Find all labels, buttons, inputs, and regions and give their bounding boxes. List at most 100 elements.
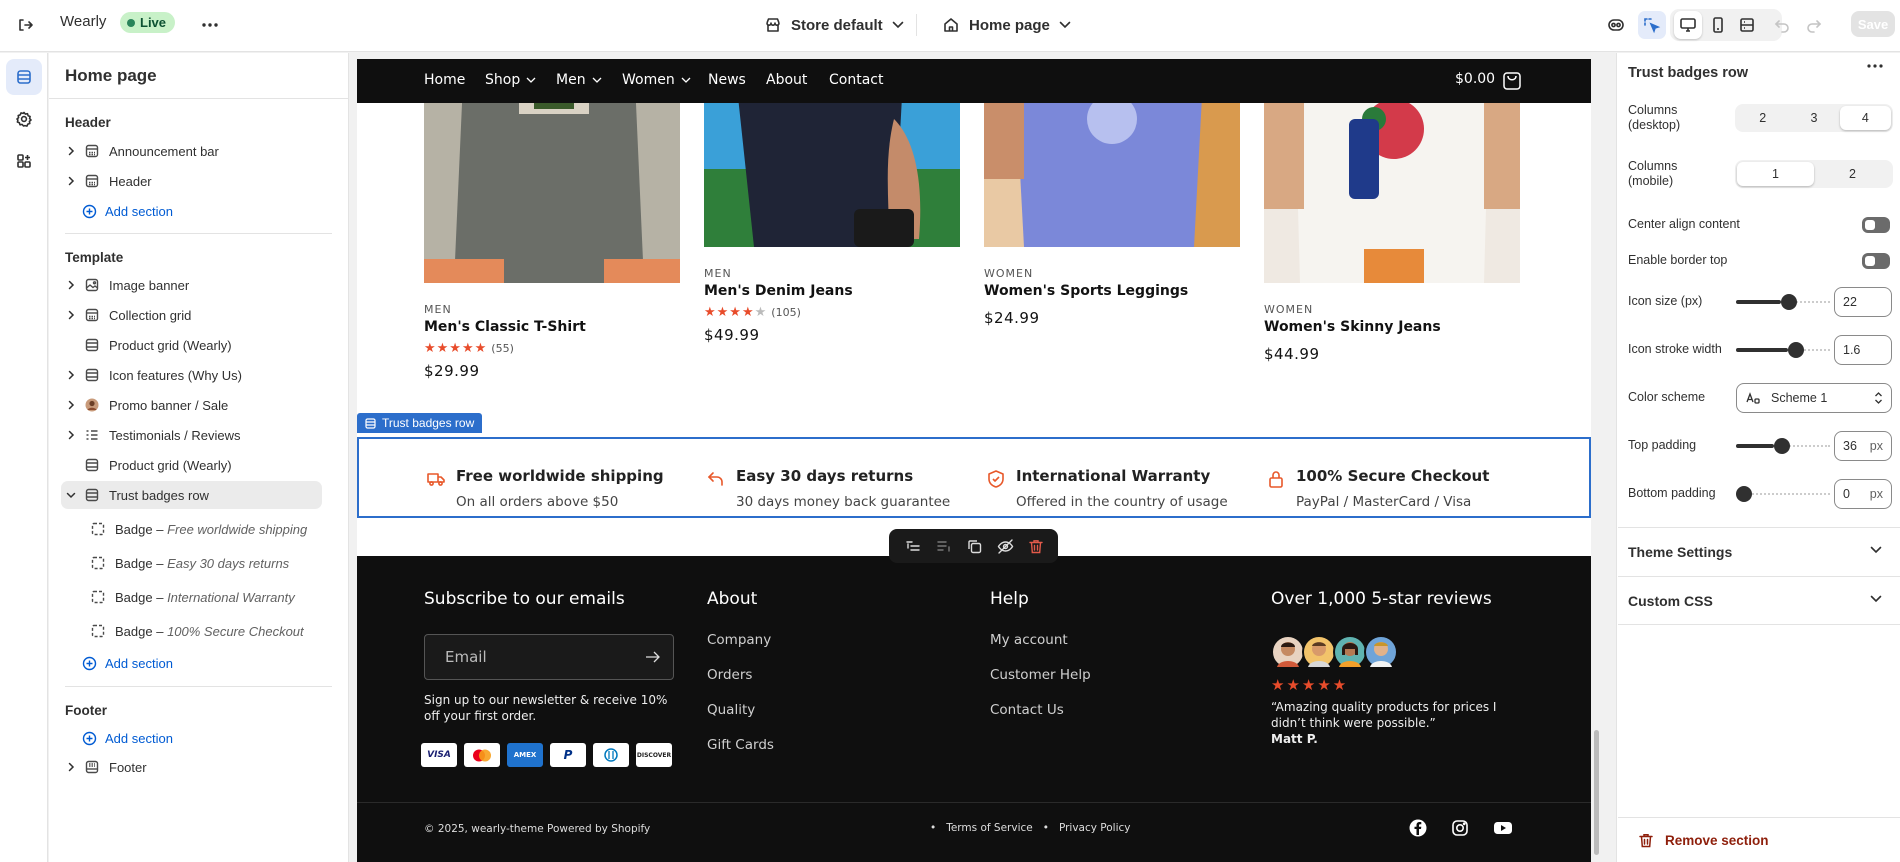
save-button[interactable]: Save (1851, 11, 1895, 37)
chevron-right-icon[interactable] (61, 280, 81, 290)
nav-link-home[interactable]: Home (424, 72, 465, 88)
option-2[interactable]: 2 (1814, 162, 1891, 186)
chevron-down-icon[interactable] (61, 492, 81, 499)
inspector-select-icon[interactable] (1638, 11, 1666, 39)
icon-size-slider[interactable] (1736, 294, 1830, 310)
nav-link-women[interactable]: Women (622, 72, 691, 88)
border-top-toggle[interactable] (1862, 253, 1890, 269)
trust-badges-section[interactable]: Free worldwide shipping On all orders ab… (357, 437, 1591, 518)
fullscreen-preview-icon[interactable] (1733, 11, 1761, 39)
product-card[interactable]: WOMEN Women's Sports Leggings $24.99 (984, 267, 1188, 327)
theme-selector[interactable]: Store default (764, 12, 904, 38)
product-card[interactable]: WOMEN Women's Skinny Jeans $44.99 (1264, 303, 1441, 363)
remove-section-button[interactable]: Remove section (1618, 817, 1900, 862)
nav-link-news[interactable]: News (708, 72, 746, 88)
footer-link[interactable]: Contact Us (990, 702, 1064, 718)
option-2[interactable]: 2 (1737, 106, 1788, 130)
chevron-right-icon[interactable] (61, 146, 81, 156)
hide-eye-icon[interactable] (997, 538, 1014, 554)
move-down-icon[interactable] (936, 539, 952, 553)
footer-link[interactable]: Gift Cards (707, 737, 774, 753)
block-item-badge[interactable]: Badge – International Warranty (61, 583, 322, 611)
icon-stroke-input[interactable]: 1.6 (1834, 335, 1892, 365)
redo-icon[interactable] (1800, 11, 1828, 39)
section-item-testimonials[interactable]: Testimonials / Reviews (61, 421, 322, 449)
chevron-right-icon[interactable] (61, 310, 81, 320)
add-section-button[interactable]: Add section (82, 200, 173, 222)
footer-link[interactable]: Company (707, 632, 771, 648)
chevron-right-icon[interactable] (61, 430, 81, 440)
nav-link-contact[interactable]: Contact (829, 72, 883, 88)
desktop-preview-icon[interactable] (1674, 11, 1702, 39)
bottom-padding-input[interactable]: 0 px (1834, 479, 1892, 509)
cart-icon[interactable] (1501, 70, 1523, 92)
top-padding-slider[interactable] (1736, 438, 1830, 454)
option-4[interactable]: 4 (1839, 106, 1891, 130)
chevron-right-icon[interactable] (61, 370, 81, 380)
section-item-footer[interactable]: Footer (61, 753, 322, 781)
nav-link-men[interactable]: Men (556, 72, 602, 88)
section-item-product-grid[interactable]: Product grid (Wearly) (61, 331, 322, 359)
chevron-right-icon[interactable] (61, 176, 81, 186)
exit-icon[interactable] (12, 12, 38, 38)
center-align-toggle[interactable] (1862, 217, 1890, 233)
chevron-right-icon[interactable] (61, 400, 81, 410)
chevron-right-icon[interactable] (61, 762, 81, 772)
duplicate-icon[interactable] (967, 539, 982, 554)
arrow-right-icon[interactable] (645, 651, 661, 663)
section-item-promo-banner[interactable]: Promo banner / Sale (61, 391, 322, 419)
product-card[interactable]: MEN Men's Classic T-Shirt ★★★★★ (55) $29.… (424, 303, 586, 380)
product-card[interactable]: MEN Men's Denim Jeans ★★★★★ (105) $49.99 (704, 267, 853, 344)
footer-link[interactable]: My account (990, 632, 1068, 648)
color-scheme-select[interactable]: Scheme 1 (1736, 383, 1892, 413)
slider-handle[interactable] (1788, 342, 1804, 358)
sections-icon[interactable] (6, 59, 42, 95)
top-padding-input[interactable]: 36 px (1834, 431, 1892, 461)
youtube-icon[interactable] (1493, 819, 1513, 837)
add-section-button[interactable]: Add section (82, 652, 173, 674)
footer-link[interactable]: Customer Help (990, 667, 1091, 683)
custom-css-accordion[interactable]: Custom CSS (1618, 576, 1900, 625)
facebook-icon[interactable] (1409, 819, 1427, 837)
page-selector[interactable]: Home page (942, 12, 1071, 38)
add-section-button[interactable]: Add section (82, 727, 173, 749)
nav-link-about[interactable]: About (766, 72, 807, 88)
icon-stroke-slider[interactable] (1736, 342, 1830, 358)
icon-size-input[interactable]: 22 (1834, 287, 1892, 317)
block-item-badge[interactable]: Badge – 100% Secure Checkout (61, 617, 322, 645)
section-item-icon-features[interactable]: Icon features (Why Us) (61, 361, 322, 389)
footer-link[interactable]: Terms of Service (946, 822, 1033, 834)
slider-handle[interactable] (1774, 438, 1790, 454)
nav-link-shop[interactable]: Shop (485, 72, 536, 88)
email-field[interactable]: Email (424, 634, 674, 680)
bottom-padding-slider[interactable] (1736, 486, 1830, 502)
footer-link[interactable]: Quality (707, 702, 755, 718)
preview-scrollbar[interactable] (1594, 730, 1599, 855)
footer-link[interactable]: Orders (707, 667, 752, 683)
slider-handle[interactable] (1736, 486, 1752, 502)
section-item-collection-grid[interactable]: Collection grid (61, 301, 322, 329)
more-actions-icon[interactable] (197, 12, 223, 38)
undo-icon[interactable] (1768, 11, 1796, 39)
sidekick-icon[interactable] (1602, 11, 1630, 39)
cart-total[interactable]: $0.00 (1455, 71, 1495, 87)
option-3[interactable]: 3 (1788, 106, 1839, 130)
theme-settings-accordion[interactable]: Theme Settings (1618, 527, 1900, 576)
settings-gear-icon[interactable] (6, 101, 42, 137)
block-item-badge[interactable]: Badge – Free worldwide shipping (61, 515, 322, 543)
delete-trash-icon[interactable] (1028, 539, 1043, 554)
section-item-header[interactable]: Header (61, 167, 322, 195)
footer-link[interactable]: Privacy Policy (1059, 822, 1131, 834)
block-item-badge[interactable]: Badge – Easy 30 days returns (61, 549, 322, 577)
move-up-icon[interactable] (905, 539, 921, 553)
section-item-image-banner[interactable]: Image banner (61, 271, 322, 299)
instagram-icon[interactable] (1451, 819, 1469, 837)
selected-section-tag[interactable]: Trust badges row (357, 413, 483, 433)
mobile-preview-icon[interactable] (1704, 11, 1732, 39)
section-item-trust-badges-row[interactable]: Trust badges row (61, 481, 322, 509)
slider-handle[interactable] (1781, 294, 1797, 310)
section-item-announcement-bar[interactable]: Announcement bar (61, 137, 322, 165)
section-item-product-grid-2[interactable]: Product grid (Wearly) (61, 451, 322, 479)
option-1[interactable]: 1 (1737, 162, 1814, 186)
apps-icon[interactable] (6, 143, 42, 179)
